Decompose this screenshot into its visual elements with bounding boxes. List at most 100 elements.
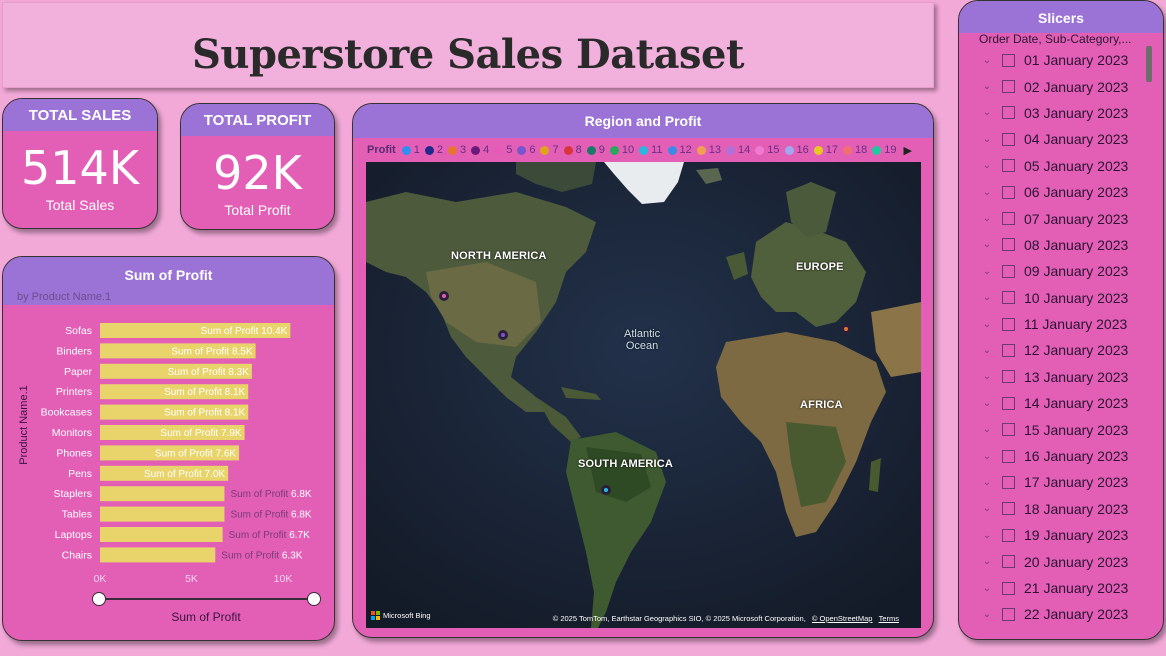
legend-item[interactable]: 19: [872, 144, 897, 156]
slicer-item[interactable]: ⌄ 20 January 2023: [981, 548, 1146, 574]
bar[interactable]: [100, 506, 225, 522]
legend-item[interactable]: 8: [563, 144, 582, 156]
slicer-item[interactable]: ⌄ 18 January 2023: [981, 496, 1146, 522]
chevron-down-icon[interactable]: ⌄: [981, 371, 993, 382]
chevron-down-icon[interactable]: ⌄: [981, 609, 993, 620]
map-marker-west-us[interactable]: [439, 291, 449, 301]
profit-bar-chart-card[interactable]: Sum of Profit by Product Name.1 Product …: [2, 256, 335, 641]
legend-item[interactable]: 5: [494, 144, 512, 156]
slicer-checkbox[interactable]: [1002, 370, 1015, 384]
chevron-down-icon[interactable]: ⌄: [981, 398, 993, 409]
chevron-down-icon[interactable]: ⌄: [981, 556, 993, 567]
slicer-checkbox[interactable]: [1002, 423, 1015, 437]
legend-item[interactable]: 16: [784, 144, 809, 156]
slicer-checkbox[interactable]: [1002, 502, 1015, 516]
chevron-down-icon[interactable]: ⌄: [981, 319, 993, 330]
slicer-item[interactable]: ⌄ 01 January 2023: [981, 47, 1146, 73]
chevron-down-icon[interactable]: ⌄: [981, 160, 993, 171]
bar[interactable]: [100, 547, 216, 563]
legend-next-arrow-icon[interactable]: ▶: [904, 144, 912, 157]
map-marker-south-america[interactable]: [601, 485, 611, 495]
terms-link[interactable]: Terms: [879, 614, 899, 623]
slicer-checkbox[interactable]: [1002, 291, 1015, 305]
slicer-item[interactable]: ⌄ 17 January 2023: [981, 469, 1146, 495]
slicer-checkbox[interactable]: [1002, 185, 1015, 199]
legend-item[interactable]: 7: [540, 144, 559, 156]
legend-item[interactable]: 9: [586, 144, 605, 156]
legend-item[interactable]: 1: [401, 144, 420, 156]
slicer-item[interactable]: ⌄ 04 January 2023: [981, 126, 1146, 152]
chevron-down-icon[interactable]: ⌄: [981, 239, 993, 250]
slicer-checkbox[interactable]: [1002, 238, 1015, 252]
slicer-item[interactable]: ⌄ 10 January 2023: [981, 285, 1146, 311]
slicer-item[interactable]: ⌄ 06 January 2023: [981, 179, 1146, 205]
legend-item[interactable]: 2: [424, 144, 443, 156]
region-profit-map-card[interactable]: Region and Profit Profit 1 2 3 4 5 6 7 8 9 10 11 12…: [352, 103, 934, 638]
slicer-checkbox[interactable]: [1002, 212, 1015, 226]
slicer-checkbox[interactable]: [1002, 396, 1015, 410]
slicer-item[interactable]: ⌄ 11 January 2023: [981, 311, 1146, 337]
legend-item[interactable]: 12: [667, 144, 692, 156]
bar[interactable]: [100, 486, 225, 502]
slicer-checkbox[interactable]: [1002, 555, 1015, 569]
map-marker-europe[interactable]: [841, 324, 851, 334]
slicer-checkbox[interactable]: [1002, 581, 1015, 595]
chevron-down-icon[interactable]: ⌄: [981, 477, 993, 488]
slicer-item[interactable]: ⌄ 03 January 2023: [981, 100, 1146, 126]
chevron-down-icon[interactable]: ⌄: [981, 503, 993, 514]
slicer-item[interactable]: ⌄ 07 January 2023: [981, 205, 1146, 231]
slicer-item[interactable]: ⌄ 15 January 2023: [981, 416, 1146, 442]
total-profit-card[interactable]: TOTAL PROFIT 92K Total Profit: [180, 103, 335, 230]
chevron-down-icon[interactable]: ⌄: [981, 213, 993, 224]
slicer-item[interactable]: ⌄ 19 January 2023: [981, 522, 1146, 548]
chevron-down-icon[interactable]: ⌄: [981, 292, 993, 303]
slicer-item[interactable]: ⌄ 09 January 2023: [981, 258, 1146, 284]
legend-item[interactable]: 15: [755, 144, 780, 156]
chevron-down-icon[interactable]: ⌄: [981, 55, 993, 66]
bar[interactable]: [100, 527, 223, 542]
map-marker-east-us[interactable]: [498, 330, 508, 340]
world-map[interactable]: NORTH AMERICA EUROPE Atlantic Ocean AFRI…: [366, 162, 921, 628]
chevron-down-icon[interactable]: ⌄: [981, 424, 993, 435]
slicer-checkbox[interactable]: [1002, 80, 1015, 94]
osm-link[interactable]: © OpenStreetMap: [812, 614, 873, 623]
slicer-item[interactable]: ⌄ 16 January 2023: [981, 443, 1146, 469]
slicer-item[interactable]: ⌄ 21 January 2023: [981, 575, 1146, 601]
slicer-checkbox[interactable]: [1002, 343, 1015, 357]
slicer-item[interactable]: ⌄ 14 January 2023: [981, 390, 1146, 416]
legend-item[interactable]: 3: [447, 144, 466, 156]
chevron-down-icon[interactable]: ⌄: [981, 266, 993, 277]
slicer-checkbox[interactable]: [1002, 607, 1015, 621]
slicer-checkbox[interactable]: [1002, 132, 1015, 146]
slicer-item[interactable]: ⌄ 05 January 2023: [981, 153, 1146, 179]
legend-item[interactable]: 6: [517, 144, 535, 156]
chevron-down-icon[interactable]: ⌄: [981, 81, 993, 92]
slicer-checkbox[interactable]: [1002, 449, 1015, 463]
slicer-item[interactable]: ⌄ 08 January 2023: [981, 232, 1146, 258]
slicer-checkbox[interactable]: [1002, 53, 1015, 67]
total-sales-card[interactable]: TOTAL SALES 514K Total Sales: [2, 98, 158, 229]
legend-item[interactable]: 4: [471, 144, 489, 156]
range-slider-max-handle[interactable]: [307, 592, 321, 606]
chevron-down-icon[interactable]: ⌄: [981, 345, 993, 356]
legend-item[interactable]: 18: [843, 144, 867, 156]
legend-item[interactable]: 10: [609, 144, 634, 156]
slicer-item[interactable]: ⌄ 02 January 2023: [981, 73, 1146, 99]
slicer-checkbox[interactable]: [1002, 528, 1015, 542]
slicer-checkbox[interactable]: [1002, 475, 1015, 489]
legend-item[interactable]: 11: [639, 144, 663, 156]
chevron-down-icon[interactable]: ⌄: [981, 187, 993, 198]
legend-item[interactable]: 13: [696, 144, 721, 156]
slicer-item[interactable]: ⌄ 13 January 2023: [981, 364, 1146, 390]
slicer-item[interactable]: ⌄ 12 January 2023: [981, 337, 1146, 363]
slicers-card[interactable]: Slicers Order Date, Sub-Category,... ⌄ 01…: [958, 0, 1164, 640]
chevron-down-icon[interactable]: ⌄: [981, 107, 993, 118]
range-slider-min-handle[interactable]: [92, 592, 106, 606]
slicer-checkbox[interactable]: [1002, 159, 1015, 173]
legend-item[interactable]: 17: [813, 144, 838, 156]
chevron-down-icon[interactable]: ⌄: [981, 134, 993, 145]
slicer-checkbox[interactable]: [1002, 264, 1015, 278]
slicer-checkbox[interactable]: [1002, 317, 1015, 331]
chevron-down-icon[interactable]: ⌄: [981, 583, 993, 594]
slicer-item[interactable]: ⌄ 22 January 2023: [981, 601, 1146, 627]
